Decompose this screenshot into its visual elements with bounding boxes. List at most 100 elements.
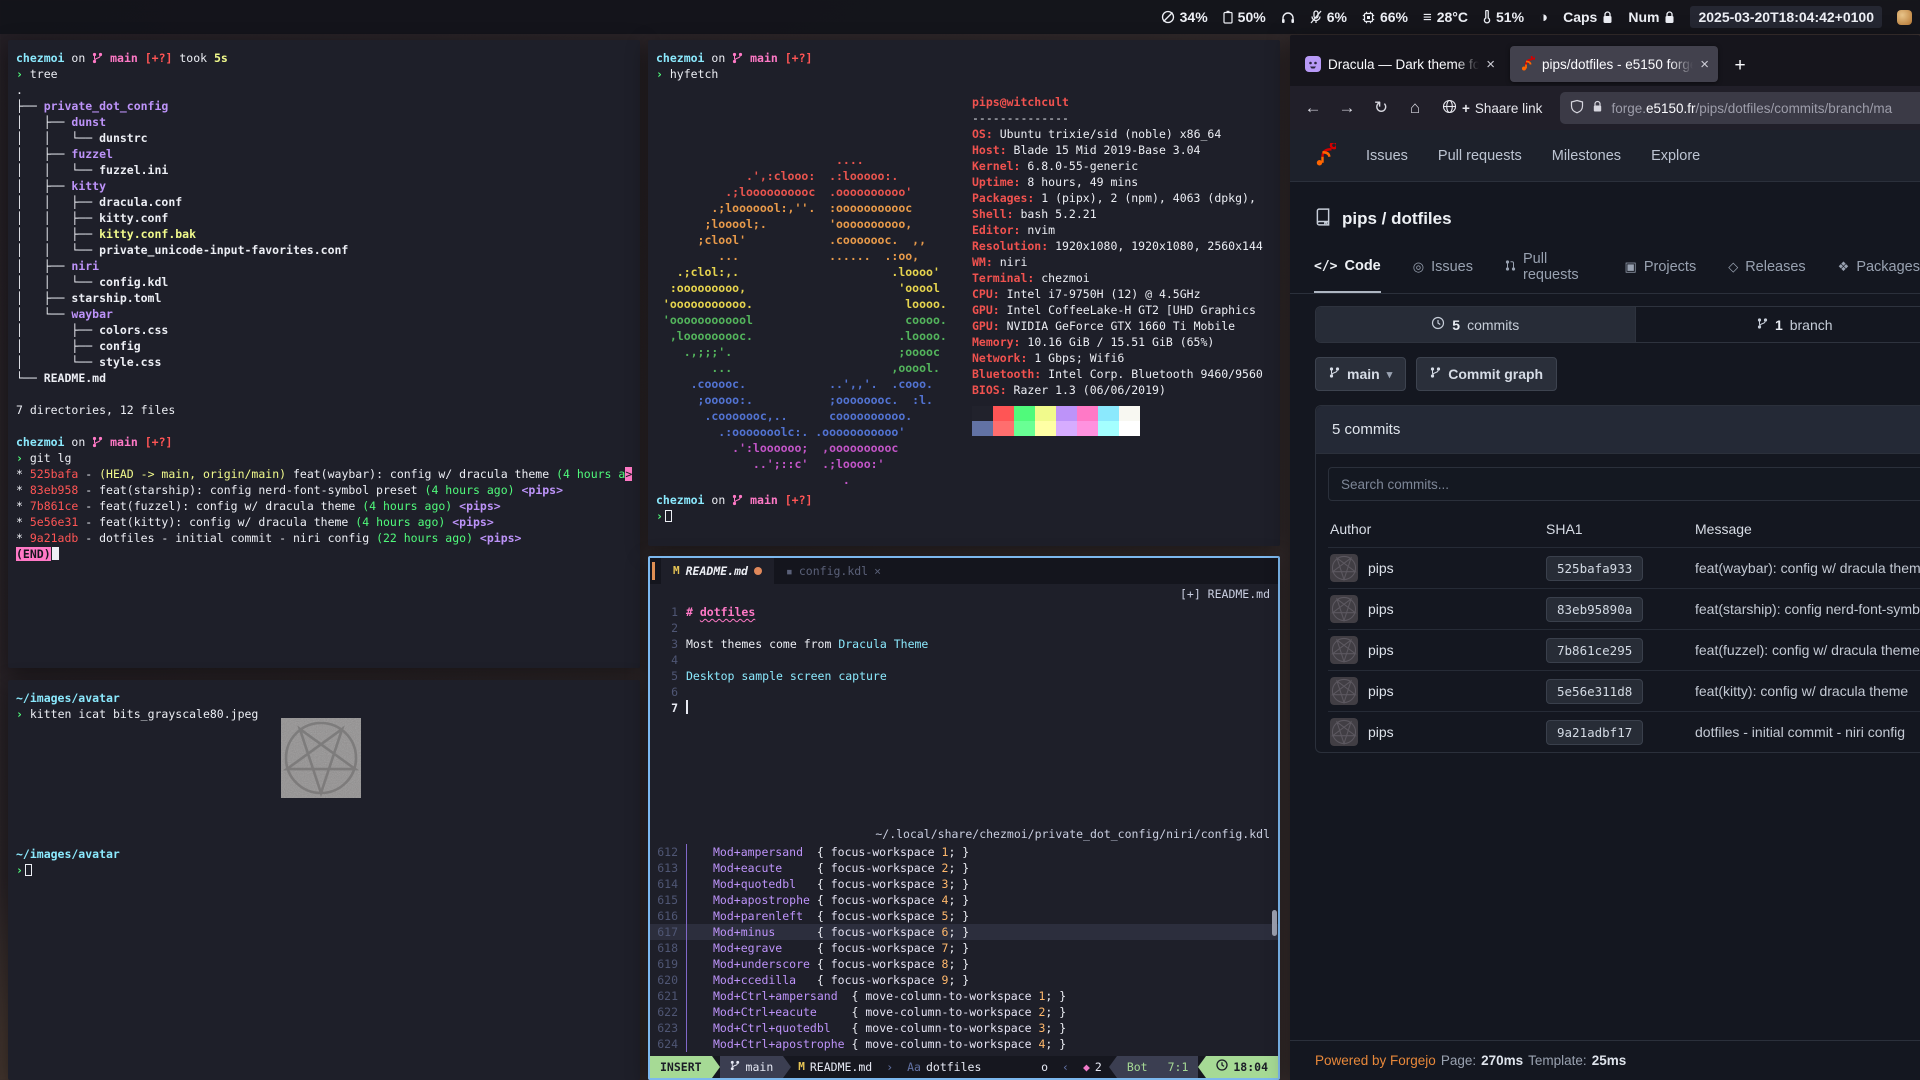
command-git-lg: › git lg [16,450,632,466]
commit-row[interactable]: pips 83eb95890a feat(starship): config n… [1328,588,1920,629]
color-swatch [993,421,1014,436]
avatar [1330,718,1358,746]
firefox-window[interactable]: Dracula — Dark theme fo × pips/dotfiles … [1290,35,1920,1080]
commit-row[interactable]: pips 7b861ce295 feat(fuzzel): config w/ … [1328,629,1920,670]
commit-message[interactable]: feat(kitty): config w/ dracula theme [1695,683,1920,699]
nav-issues[interactable]: Issues [1366,148,1408,164]
terminal-tree-git[interactable]: chezmoi on main [+?] took 5s › tree . ├─… [8,40,640,668]
info-line: CPU: Intel i7-9750H (12) @ 4.5GHz [972,286,1263,302]
terminal-hyfetch[interactable]: chezmoi on main [+?] › hyfetch .... .',:… [648,40,1280,546]
commit-row[interactable]: pips 5e56e311d8 feat(kitty): config w/ d… [1328,670,1920,711]
ubuntu-ascii-logo: .... .',:clooo: .:looooo:. .;loooooooooc… [656,104,947,488]
tab-readme[interactable]: M README.md [661,558,774,584]
idle-inhibit-status[interactable]: ◑ [1539,9,1548,26]
tree-entry: │ │ └── private_unicode-input-favorites.… [16,242,632,258]
editor-window[interactable]: M README.md ▪ config.kdl × [+] README.md… [648,556,1280,1080]
disk-status[interactable]: 51% [1483,9,1524,25]
search-commits-input[interactable] [1328,467,1920,501]
shell-prompt-empty: › [656,508,812,524]
repo-header: pips / dotfiles [1290,182,1920,229]
buffer-config-kdl[interactable]: 612Mod+ampersand { focus-workspace 1; }6… [650,844,1278,1056]
commit-sha-button[interactable]: 5e56e311d8 [1546,679,1643,704]
repo-title[interactable]: pips / dotfiles [1342,209,1452,229]
nav-milestones[interactable]: Milestones [1552,148,1621,164]
home-button[interactable]: ⌂ [1400,93,1430,123]
tray-icon[interactable] [1897,10,1912,25]
tab-issues[interactable]: ◎Issues [1413,251,1473,293]
tab-pull-requests[interactable]: Pull requests [1505,251,1593,293]
commit-sha-button[interactable]: 9a21adbf17 [1546,720,1643,745]
powered-by-link[interactable]: Powered by Forgejo [1315,1053,1436,1068]
commit-message[interactable]: feat(waybar): config w/ dracula theme [1695,560,1920,576]
buffer-readme[interactable]: 1# dotfiles 2 3Most themes come from Dra… [650,604,1278,824]
divider: -------------- [972,110,1263,126]
forgejo-navbar: Issues Pull requests Milestones Explore [1290,130,1920,182]
close-icon[interactable]: × [874,563,881,579]
tab-dracula[interactable]: Dracula — Dark theme fo × [1296,46,1504,82]
info-line: Uptime: 8 hours, 49 mins [972,174,1263,190]
nav-pull-requests[interactable]: Pull requests [1438,148,1522,164]
temperature-status[interactable]: ≡ 28°C [1423,9,1468,26]
branch-icon [1329,366,1340,382]
commit-sha-button[interactable]: 7b861ce295 [1546,638,1643,663]
clock-date[interactable]: 2025-03-20T18:04:42+0100 [1690,6,1882,28]
tab-forgejo[interactable]: pips/dotfiles - e5150 forge × [1510,46,1718,82]
commit-author[interactable]: pips [1368,642,1394,658]
tab-packages[interactable]: ❖Packages [1838,251,1920,293]
tab-config-kdl[interactable]: ▪ config.kdl × [774,558,893,584]
shaare-link-button[interactable]: + Shaare link [1434,93,1550,123]
commit-author[interactable]: pips [1368,601,1394,617]
audio-status[interactable] [1281,11,1295,24]
terminal-avatar[interactable]: ~/images/avatar › kitten icat bits_grays… [8,680,640,1080]
forward-button[interactable]: → [1332,93,1362,123]
commit-message[interactable]: feat(starship): config nerd-font-symbol … [1695,601,1920,617]
url-bar[interactable]: forge.e5150.fr/pips/dotfiles/commits/bra… [1560,92,1920,124]
tree-entry: │ ├── colors.css [16,322,632,338]
command-hyfetch: › hyfetch [656,66,1272,82]
branch-select-button[interactable]: main▾ [1315,357,1406,391]
close-icon[interactable]: × [1700,56,1709,73]
commit-sha-button[interactable]: 525bafa933 [1546,556,1643,581]
status-bar: 34% 50% 6% 66% ≡ 28°C 51% ◑ Caps Num 202… [0,0,1920,34]
dracula-favicon [1305,56,1321,72]
info-line: WM: niri [972,254,1263,270]
battery-status[interactable]: 50% [1223,9,1266,25]
tree-entry: │ ├── kitty [16,178,632,194]
code-line: 617Mod+minus { focus-workspace 6; } [650,924,1278,940]
close-icon[interactable]: × [1486,56,1495,73]
tree-entry: │ ├── config [16,338,632,354]
reload-button[interactable]: ↻ [1366,93,1396,123]
cpu-status[interactable]: 66% [1362,9,1408,25]
back-button[interactable]: ← [1298,93,1328,123]
code-line: 623Mod+Ctrl+quotedbl { move-column-to-wo… [650,1020,1278,1036]
commit-graph-button[interactable]: Commit graph [1416,357,1557,391]
branches-count-tab[interactable]: 1 branch [1635,307,1920,342]
nav-explore[interactable]: Explore [1651,148,1700,164]
forgejo-logo[interactable] [1312,143,1336,169]
cpu-icon [1362,11,1375,24]
editor-scrollbar[interactable] [1272,910,1277,936]
tree-summary: 7 directories, 12 files [16,402,632,418]
tab-projects[interactable]: ▣Projects [1625,251,1697,293]
mode-indicator: INSERT [650,1056,712,1078]
commit-row[interactable]: pips 9a21adbf17 dotfiles - initial commi… [1328,711,1920,752]
commit-row[interactable]: pips 525bafa933 feat(waybar): config w/ … [1328,547,1920,588]
clock-segment: 18:04 [1206,1056,1278,1078]
new-tab-button[interactable]: + [1724,50,1756,82]
commit-message[interactable]: dotfiles - initial commit - niri config [1695,724,1920,740]
commits-count-tab[interactable]: 5 commits [1316,307,1635,342]
network-status[interactable]: 34% [1161,9,1208,25]
tab-releases[interactable]: ◇Releases [1728,251,1805,293]
tree-root: . [16,82,632,98]
commit-sha-button[interactable]: 83eb95890a [1546,597,1643,622]
mic-status[interactable]: 6% [1310,9,1347,25]
commit-author[interactable]: pips [1368,560,1394,576]
tree-entry: │ └── style.css [16,354,632,370]
color-swatch [1035,406,1056,421]
commit-author[interactable]: pips [1368,724,1394,740]
commit-author[interactable]: pips [1368,683,1394,699]
lock-icon [1602,11,1613,24]
commit-message[interactable]: feat(fuzzel): config w/ dracula theme [1695,642,1920,658]
tab-code[interactable]: </>Code [1314,251,1381,293]
lock-icon [1664,11,1675,24]
